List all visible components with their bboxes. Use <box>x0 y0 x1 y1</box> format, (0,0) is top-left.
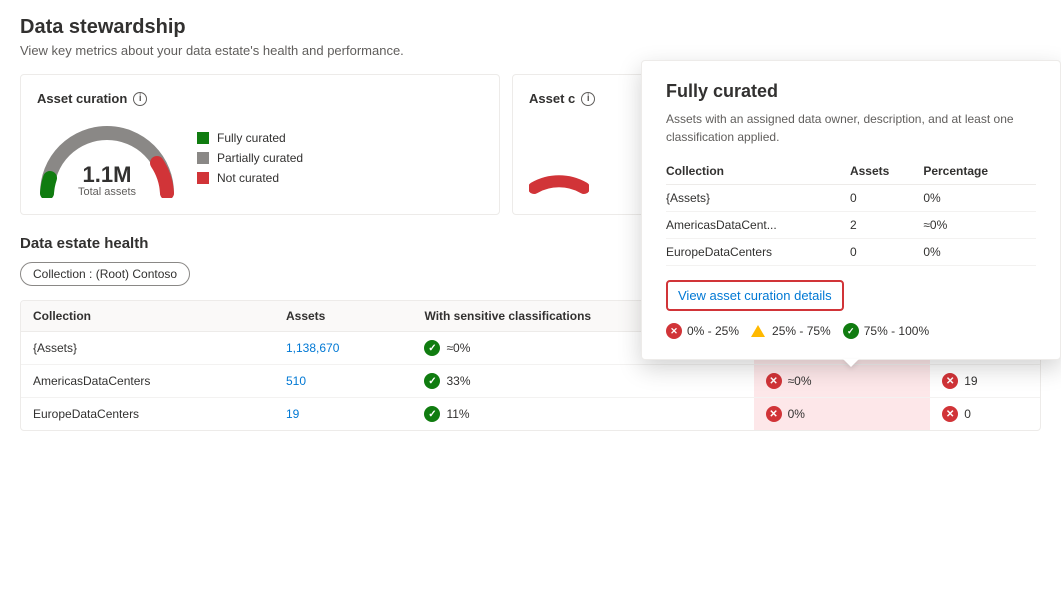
legend-label-75-100: 75% - 100% <box>864 324 929 338</box>
cell-assets: 19 <box>274 398 412 431</box>
cell-assets: 1,138,670 <box>274 332 412 365</box>
cell-owner: ✕ 0 <box>930 398 1040 431</box>
cell-owner: ✕ 19 <box>930 365 1040 398</box>
cell-collection: {Assets} <box>21 332 274 365</box>
status-red-icon: ✕ <box>766 406 782 422</box>
tooltip-table-row: AmericasDataCent... 2 ≈0% <box>666 212 1036 239</box>
status-green-icon: ✓ <box>424 373 440 389</box>
col-assets: Assets <box>274 301 412 332</box>
tooltip-description: Assets with an assigned data owner, desc… <box>666 110 1036 146</box>
cell-fully-curated: ✕ ≈0% <box>754 365 931 398</box>
second-card-info-icon[interactable]: i <box>581 92 595 106</box>
gauge-chart: 1.1M Total assets <box>37 118 177 198</box>
cell-sensitive: ✓ 33% <box>412 365 753 398</box>
status-green-icon: ✓ <box>424 340 440 356</box>
table-row: AmericasDataCenters 510 ✓ 33% ✕ <box>21 365 1040 398</box>
tooltip-cell-percentage: 0% <box>923 185 1036 212</box>
page-subtitle: View key metrics about your data estate'… <box>20 43 1041 58</box>
legend-item-0-25: ✕ 0% - 25% <box>666 323 739 339</box>
tooltip-col-assets: Assets <box>850 160 923 185</box>
tooltip-table-row: {Assets} 0 0% <box>666 185 1036 212</box>
col-collection: Collection <box>21 301 274 332</box>
legend-label-0-25: 0% - 25% <box>687 324 739 338</box>
warn-triangle-icon <box>751 325 765 337</box>
tooltip-table: Collection Assets Percentage {Assets} 0 … <box>666 160 1036 266</box>
table-row: EuropeDataCenters 19 ✓ 11% ✕ <box>21 398 1040 431</box>
tooltip-cell-assets: 2 <box>850 212 923 239</box>
status-red-icon: ✕ <box>942 406 958 422</box>
cell-collection: EuropeDataCenters <box>21 398 274 431</box>
tooltip-popup: Fully curated Assets with an assigned da… <box>641 60 1061 360</box>
tooltip-legend: ✕ 0% - 25% 25% - 75% ✓ 75% - 100% <box>666 323 1036 339</box>
second-card-title: Asset c <box>529 91 575 106</box>
cell-collection: AmericasDataCenters <box>21 365 274 398</box>
gauge-value: 1.1M <box>78 164 136 186</box>
tooltip-cell-assets: 0 <box>850 239 923 266</box>
status-red-icon: ✕ <box>766 373 782 389</box>
tooltip-cell-percentage: 0% <box>923 239 1036 266</box>
legend-label-25-75: 25% - 75% <box>772 324 831 338</box>
tooltip-cell-assets: 0 <box>850 185 923 212</box>
legend-item-25-75: 25% - 75% <box>751 324 831 338</box>
asset-curation-card: Asset curation i <box>20 74 500 215</box>
collection-filter[interactable]: Collection : (Root) Contoso <box>20 262 190 286</box>
tooltip-title: Fully curated <box>666 81 1036 102</box>
cell-fully-curated: ✕ 0% <box>754 398 931 431</box>
info-icon[interactable]: i <box>133 92 147 106</box>
legend-partially-curated: Partially curated <box>197 151 303 165</box>
legend-item-75-100: ✓ 75% - 100% <box>843 323 929 339</box>
legend-not-curated: Not curated <box>197 171 303 185</box>
tooltip-link-box: View asset curation details <box>666 280 844 311</box>
tooltip-arrow <box>843 359 859 367</box>
tooltip-col-collection: Collection <box>666 160 850 185</box>
tooltip-cell-collection: {Assets} <box>666 185 850 212</box>
view-asset-curation-link[interactable]: View asset curation details <box>678 288 832 303</box>
gauge-legend: Fully curated Partially curated Not cura… <box>197 131 303 185</box>
tooltip-table-row: EuropeDataCenters 0 0% <box>666 239 1036 266</box>
tooltip-cell-collection: EuropeDataCenters <box>666 239 850 266</box>
legend-red-icon: ✕ <box>666 323 682 339</box>
tooltip-cell-percentage: ≈0% <box>923 212 1036 239</box>
cell-assets: 510 <box>274 365 412 398</box>
page-title: Data stewardship <box>20 16 1041 39</box>
legend-fully-curated: Fully curated <box>197 131 303 145</box>
cell-sensitive: ✓ 11% <box>412 398 753 431</box>
legend-green-icon: ✓ <box>843 323 859 339</box>
tooltip-col-percentage: Percentage <box>923 160 1036 185</box>
gauge-center: 1.1M Total assets <box>78 164 136 198</box>
status-red-icon: ✕ <box>942 373 958 389</box>
tooltip-cell-collection: AmericasDataCent... <box>666 212 850 239</box>
status-green-icon: ✓ <box>424 406 440 422</box>
asset-curation-title: Asset curation <box>37 91 127 106</box>
gauge-label: Total assets <box>78 186 136 198</box>
